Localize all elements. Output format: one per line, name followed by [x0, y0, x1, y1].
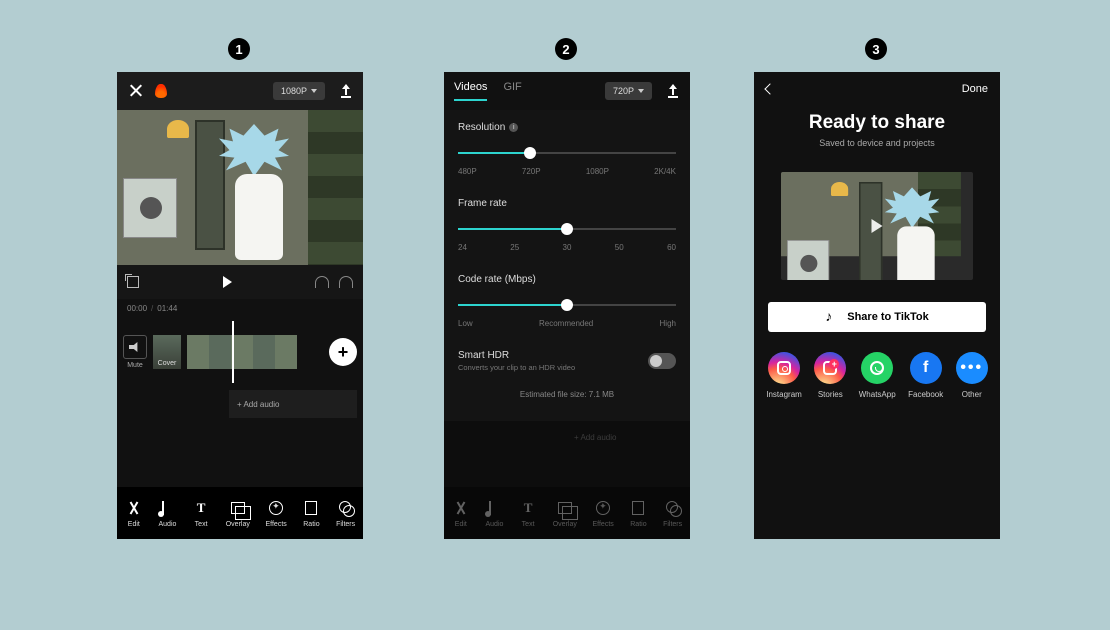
- resolution-dropdown[interactable]: 1080P: [273, 82, 325, 100]
- export-sliders: Resolutioni 480P 720P 1080P 2K/4K Frame …: [444, 110, 690, 421]
- hdr-toggle[interactable]: [648, 353, 676, 369]
- slider-thumb[interactable]: [524, 147, 536, 159]
- share-subtitle: Saved to device and projects: [754, 138, 1000, 148]
- undo-icon[interactable]: [315, 276, 329, 288]
- resolution-value: 1080P: [281, 86, 307, 96]
- instagram-icon: [768, 352, 800, 384]
- tool-filters[interactable]: Filters: [336, 499, 355, 528]
- smart-hdr-row: Smart HDR Converts your clip to an HDR v…: [458, 350, 676, 372]
- tab-videos[interactable]: Videos: [454, 81, 487, 101]
- tool-audio[interactable]: Audio: [158, 499, 176, 528]
- time-display: 00:00 / 01:44: [117, 299, 363, 317]
- slider-frame-rate[interactable]: Frame rate 24 25 30 50 60: [458, 198, 676, 252]
- fullscreen-icon[interactable]: [127, 276, 139, 288]
- stories-icon: [814, 352, 846, 384]
- estimated-size: Estimated file size: 7.1 MB: [458, 390, 676, 399]
- close-icon[interactable]: [127, 82, 145, 100]
- mute-icon: [129, 342, 141, 352]
- tab-gif[interactable]: GIF: [503, 81, 521, 101]
- export-topbar: Videos GIF 720P: [444, 72, 690, 110]
- slider-thumb[interactable]: [561, 223, 573, 235]
- done-button[interactable]: Done: [962, 83, 988, 95]
- overlay-icon: [231, 502, 245, 514]
- export-icon[interactable]: [666, 84, 680, 98]
- slider-resolution[interactable]: Resolutioni 480P 720P 1080P 2K/4K: [458, 122, 676, 176]
- bottom-toolbar: Edit Audio TText Overlay Effects Ratio F…: [117, 487, 363, 539]
- time-total: 01:44: [157, 304, 177, 313]
- play-icon[interactable]: [223, 276, 232, 288]
- redo-icon[interactable]: [339, 276, 353, 288]
- cover-button[interactable]: Cover: [153, 335, 181, 369]
- screen-2-export-settings: Videos GIF 720P Resolutioni 480P 720P 10…: [444, 72, 690, 539]
- share-instagram[interactable]: Instagram: [766, 352, 802, 399]
- step-badge-2: 2: [555, 38, 577, 60]
- share-other[interactable]: ••• Other: [956, 352, 988, 399]
- tool-overlay[interactable]: Overlay: [226, 499, 250, 528]
- resolution-dropdown[interactable]: 720P: [605, 82, 652, 100]
- tool-effects[interactable]: Effects: [266, 499, 287, 528]
- back-icon[interactable]: [764, 83, 775, 94]
- editor-topbar: 1080P: [117, 72, 363, 110]
- resolution-value: 720P: [613, 86, 634, 96]
- share-title: Ready to share: [754, 112, 1000, 134]
- slider-thumb[interactable]: [561, 299, 573, 311]
- share-facebook[interactable]: f Facebook: [908, 352, 943, 399]
- screen-3-share: Done Ready to share Saved to device and …: [754, 72, 1000, 539]
- effects-icon: [269, 501, 283, 515]
- slider-code-rate[interactable]: Code rate (Mbps) Low Recommended High: [458, 274, 676, 328]
- dimmed-toolbar: Edit Audio TText Overlay Effects Ratio F…: [444, 487, 690, 539]
- facebook-icon: f: [910, 352, 942, 384]
- share-targets: Instagram Stories WhatsApp f Facebook ••…: [754, 352, 1000, 399]
- more-icon: •••: [956, 352, 988, 384]
- ratio-icon: [305, 501, 317, 515]
- share-topbar: Done: [754, 72, 1000, 106]
- share-tiktok-button[interactable]: Share to TikTok: [768, 302, 986, 332]
- text-icon: T: [192, 499, 210, 517]
- tool-ratio[interactable]: Ratio: [302, 499, 320, 528]
- share-stories[interactable]: Stories: [814, 352, 846, 399]
- add-clip-button[interactable]: +: [329, 338, 357, 366]
- playhead[interactable]: [232, 321, 234, 383]
- step-badge-3: 3: [865, 38, 887, 60]
- timeline[interactable]: Mute Cover +: [117, 317, 363, 387]
- video-preview[interactable]: [117, 110, 363, 265]
- tool-edit[interactable]: Edit: [125, 499, 143, 528]
- scissors-icon: [127, 501, 141, 515]
- info-icon[interactable]: i: [509, 123, 518, 132]
- exported-video-thumbnail[interactable]: [781, 172, 973, 280]
- chevron-down-icon: [311, 89, 317, 93]
- playback-controls: [117, 265, 363, 299]
- music-note-icon: [162, 501, 172, 515]
- export-icon[interactable]: [339, 84, 353, 98]
- add-audio-button[interactable]: + Add audio: [229, 390, 357, 418]
- filters-icon: [339, 501, 353, 515]
- tool-text[interactable]: TText: [192, 499, 210, 528]
- play-icon: [872, 219, 883, 233]
- tiktok-icon: [825, 310, 839, 324]
- screen-1-editor: 1080P 00:00 / 01:44 Mute Cover: [117, 72, 363, 539]
- whatsapp-icon: [861, 352, 893, 384]
- flame-icon[interactable]: [155, 84, 167, 98]
- time-current: 00:00: [127, 304, 147, 313]
- share-whatsapp[interactable]: WhatsApp: [859, 352, 896, 399]
- clip-strip[interactable]: [187, 335, 323, 369]
- mute-button[interactable]: Mute: [123, 335, 147, 369]
- chevron-down-icon: [638, 89, 644, 93]
- step-badge-1: 1: [228, 38, 250, 60]
